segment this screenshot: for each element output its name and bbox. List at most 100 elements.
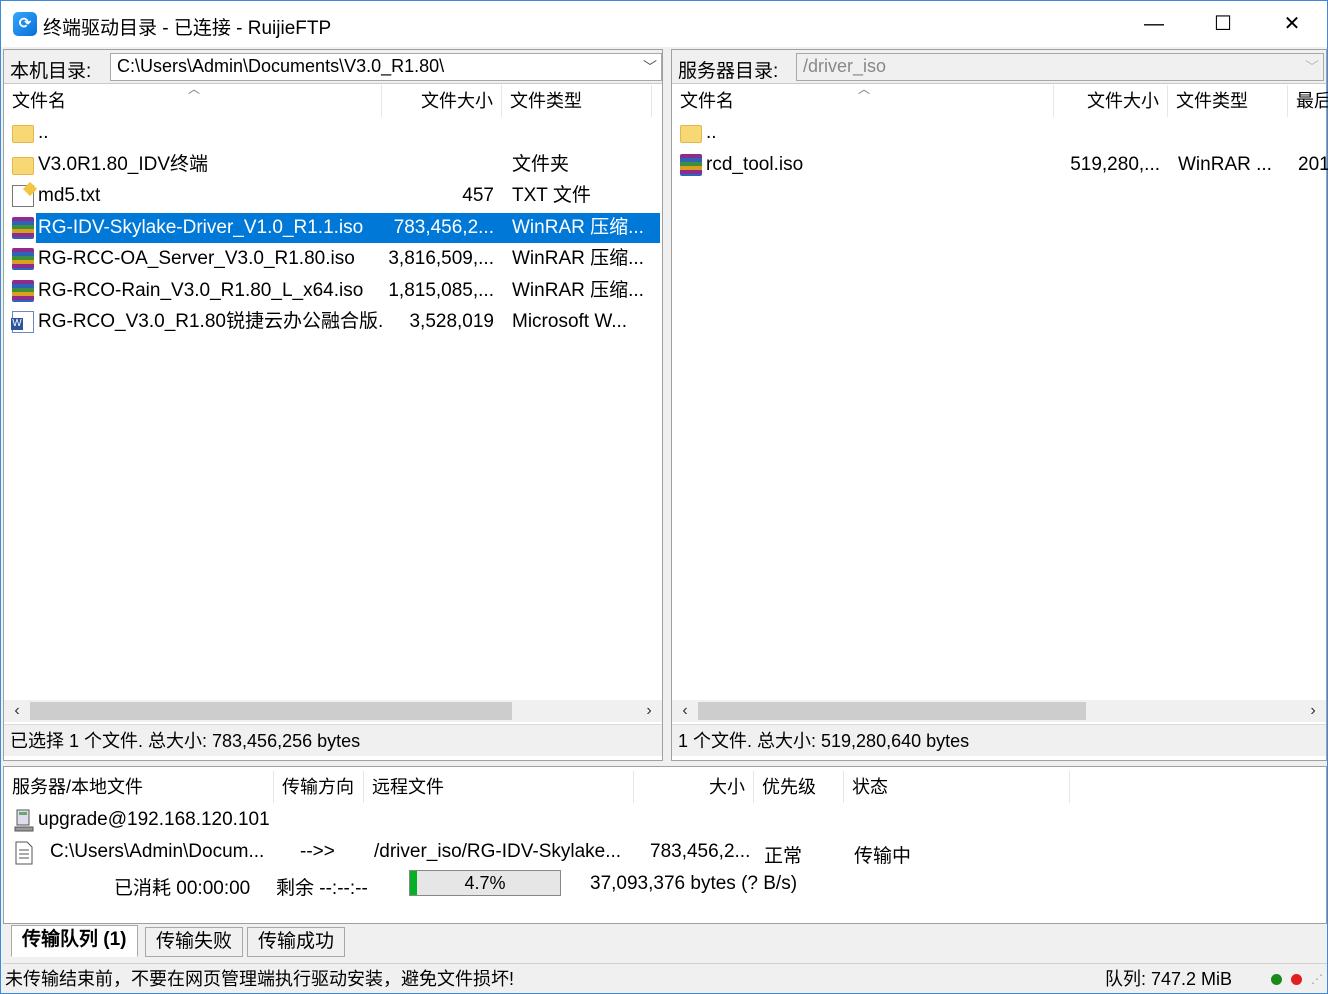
scroll-left-icon[interactable]: ‹ — [674, 700, 696, 722]
col-status[interactable]: 状态 — [844, 771, 1070, 803]
file-type — [1178, 118, 1288, 148]
file-row[interactable]: .. — [4, 118, 662, 148]
local-column-header: 文件名 文件大小 文件类型 — [4, 85, 662, 117]
tab-transfer-success[interactable]: 传输成功 — [247, 927, 346, 957]
file-name: rcd_tool.iso — [706, 153, 804, 175]
scroll-thumb[interactable] — [30, 702, 512, 720]
file-icon — [14, 841, 34, 865]
queue-item-local[interactable]: C:\Users\Admin\Docum... — [50, 841, 264, 863]
scroll-right-icon[interactable]: › — [1302, 700, 1324, 722]
sort-ascending-icon: ︿ — [858, 82, 871, 96]
file-size: 3,528,019 — [409, 311, 494, 332]
file-type: WinRAR 压缩... — [512, 248, 644, 269]
col-size[interactable]: 大小 — [634, 771, 754, 803]
file-modified — [1298, 118, 1328, 148]
scroll-right-icon[interactable]: › — [638, 700, 660, 722]
scroll-thumb[interactable] — [698, 702, 1086, 720]
file-size: 519,280,... — [1070, 153, 1160, 175]
remote-hscrollbar[interactable]: ‹ › — [672, 700, 1326, 722]
file-row[interactable]: RG-RCO_V3.0_R1.80锐捷云办公融合版... 3,528,019 Mic… — [4, 307, 662, 337]
file-row[interactable]: RG-RCO-Rain_V3.0_R1.80_L_x64.iso 1,815,08… — [4, 276, 662, 306]
activity-led-red-icon — [1291, 974, 1302, 985]
status-bar: 未传输结束前，不要在网页管理端执行驱动安装，避免文件损坏! 队列: 747.2 … — [3, 963, 1327, 993]
scroll-left-icon[interactable]: ‹ — [6, 700, 28, 722]
file-size: 783,456,2... — [393, 216, 494, 238]
file-size — [382, 118, 494, 148]
file-row[interactable]: rcd_tool.iso 519,280,... WinRAR ... 201 — [672, 150, 1328, 180]
close-icon[interactable]: ✕ — [1257, 1, 1327, 47]
word-doc-icon — [11, 311, 34, 333]
local-pane: 本机目录: C:\Users\Admin\Documents\V3.0_R1.8… — [3, 49, 663, 761]
folder-icon — [680, 125, 702, 143]
file-row[interactable]: .. — [672, 118, 1326, 148]
col-filetype[interactable]: 文件类型 — [1168, 85, 1288, 117]
file-name: .. — [706, 122, 717, 143]
app-logo-icon: ⟳ — [13, 12, 37, 36]
window-title: 终端驱动目录 - 已连接 - RuijieFTP — [43, 18, 332, 39]
sort-ascending-icon: ︿ — [188, 82, 201, 96]
connection-led-green-icon — [1271, 974, 1282, 985]
file-name: RG-RCO_V3.0_R1.80锐捷云办公融合版... — [38, 311, 382, 332]
file-name: .. — [38, 122, 49, 143]
queue-item-direction: -->> — [300, 841, 335, 862]
col-local-file[interactable]: 服务器/本地文件 — [4, 771, 274, 803]
queue-server-label[interactable]: upgrade@192.168.120.101 — [38, 809, 270, 831]
text-file-icon — [12, 185, 34, 207]
col-filetype[interactable]: 文件类型 — [502, 85, 652, 117]
remote-dir-label: 服务器目录: — [678, 61, 779, 82]
winrar-icon — [12, 216, 34, 239]
app-window: ⟳ 终端驱动目录 - 已连接 - RuijieFTP — ☐ ✕ 本机目录: C… — [0, 0, 1328, 994]
minimize-icon[interactable]: — — [1119, 1, 1189, 47]
col-modified[interactable]: 最后 — [1288, 85, 1328, 117]
queue-item-priority: 正常 — [764, 846, 803, 867]
col-filesize[interactable]: 文件大小 — [1054, 85, 1168, 117]
folder-icon — [12, 156, 34, 175]
file-type: Microsoft W... — [512, 311, 628, 332]
file-name: RG-RCO-Rain_V3.0_R1.80_L_x64.iso — [38, 279, 364, 301]
file-row[interactable]: V3.0R1.80_IDV终端 文件夹 — [4, 150, 662, 180]
status-message: 未传输结束前，不要在网页管理端执行驱动安装，避免文件损坏! — [5, 969, 514, 989]
file-row[interactable]: RG-IDV-Skylake-Driver_V1.0_R1.1.iso 783,4… — [12, 212, 660, 243]
maximize-icon[interactable]: ☐ — [1188, 1, 1258, 47]
file-name: RG-RCC-OA_Server_V3.0_R1.80.iso — [38, 248, 355, 269]
tab-transfer-failed[interactable]: 传输失败 — [145, 927, 244, 957]
file-size — [382, 150, 494, 180]
local-path-combobox[interactable]: C:\Users\Admin\Documents\V3.0_R1.80\ — [110, 53, 662, 81]
col-filesize[interactable]: 文件大小 — [382, 85, 502, 117]
local-dir-label: 本机目录: — [10, 61, 92, 82]
file-size — [1054, 118, 1160, 148]
col-remote-file[interactable]: 远程文件 — [364, 771, 634, 803]
tab-transfer-queue[interactable]: 传输队列 (1) — [11, 925, 138, 957]
progress-label: 4.7% — [464, 873, 506, 893]
queue-size: 队列: 747.2 MiB — [1105, 969, 1233, 989]
file-modified: 201 — [1298, 153, 1328, 175]
winrar-icon — [12, 279, 34, 302]
file-row[interactable]: RG-RCC-OA_Server_V3.0_R1.80.iso 3,816,509… — [4, 244, 662, 274]
winrar-icon — [680, 153, 702, 176]
title-bar[interactable]: ⟳ 终端驱动目录 - 已连接 - RuijieFTP — ☐ ✕ — [1, 1, 1327, 47]
file-name: V3.0R1.80_IDV终端 — [38, 153, 209, 175]
server-computer-icon — [14, 809, 34, 833]
remote-pane: 服务器目录: /driver_iso ﹀ 文件名 文件大小 文件类型 最后 ︿ … — [671, 49, 1328, 761]
file-row[interactable]: md5.txt 457 TXT 文件 — [4, 181, 662, 211]
file-name: md5.txt — [38, 185, 101, 206]
transferred-bytes: 37,093,376 bytes (? B/s) — [590, 873, 798, 894]
remote-path-combobox[interactable]: /driver_iso — [796, 53, 1324, 81]
queue-item-remote[interactable]: /driver_iso/RG-IDV-Skylake... — [374, 841, 621, 863]
file-type: WinRAR 压缩... — [512, 279, 644, 301]
queue-tabs: 传输队列 (1) 传输失败 传输成功 — [3, 925, 1327, 959]
chevron-down-icon[interactable]: ﹀ — [638, 53, 662, 81]
resize-grip-icon[interactable]: ⋰ — [1311, 964, 1323, 994]
remote-status-text: 1 个文件. 总大小: 519,280,640 bytes — [672, 724, 1326, 756]
local-hscrollbar[interactable]: ‹ › — [4, 700, 662, 722]
col-priority[interactable]: 优先级 — [754, 771, 844, 803]
file-size: 3,816,509,... — [388, 248, 494, 269]
col-direction[interactable]: 传输方向 — [274, 771, 364, 803]
chevron-down-icon[interactable]: ﹀ — [1300, 53, 1324, 81]
file-type: WinRAR 压缩... — [512, 216, 644, 238]
file-size: 1,815,085,... — [388, 279, 494, 301]
file-type: WinRAR ... — [1178, 153, 1272, 175]
folder-icon — [12, 125, 34, 143]
queue-item-status: 传输中 — [854, 846, 912, 867]
elapsed-time: 已消耗 00:00:00 — [114, 878, 251, 899]
